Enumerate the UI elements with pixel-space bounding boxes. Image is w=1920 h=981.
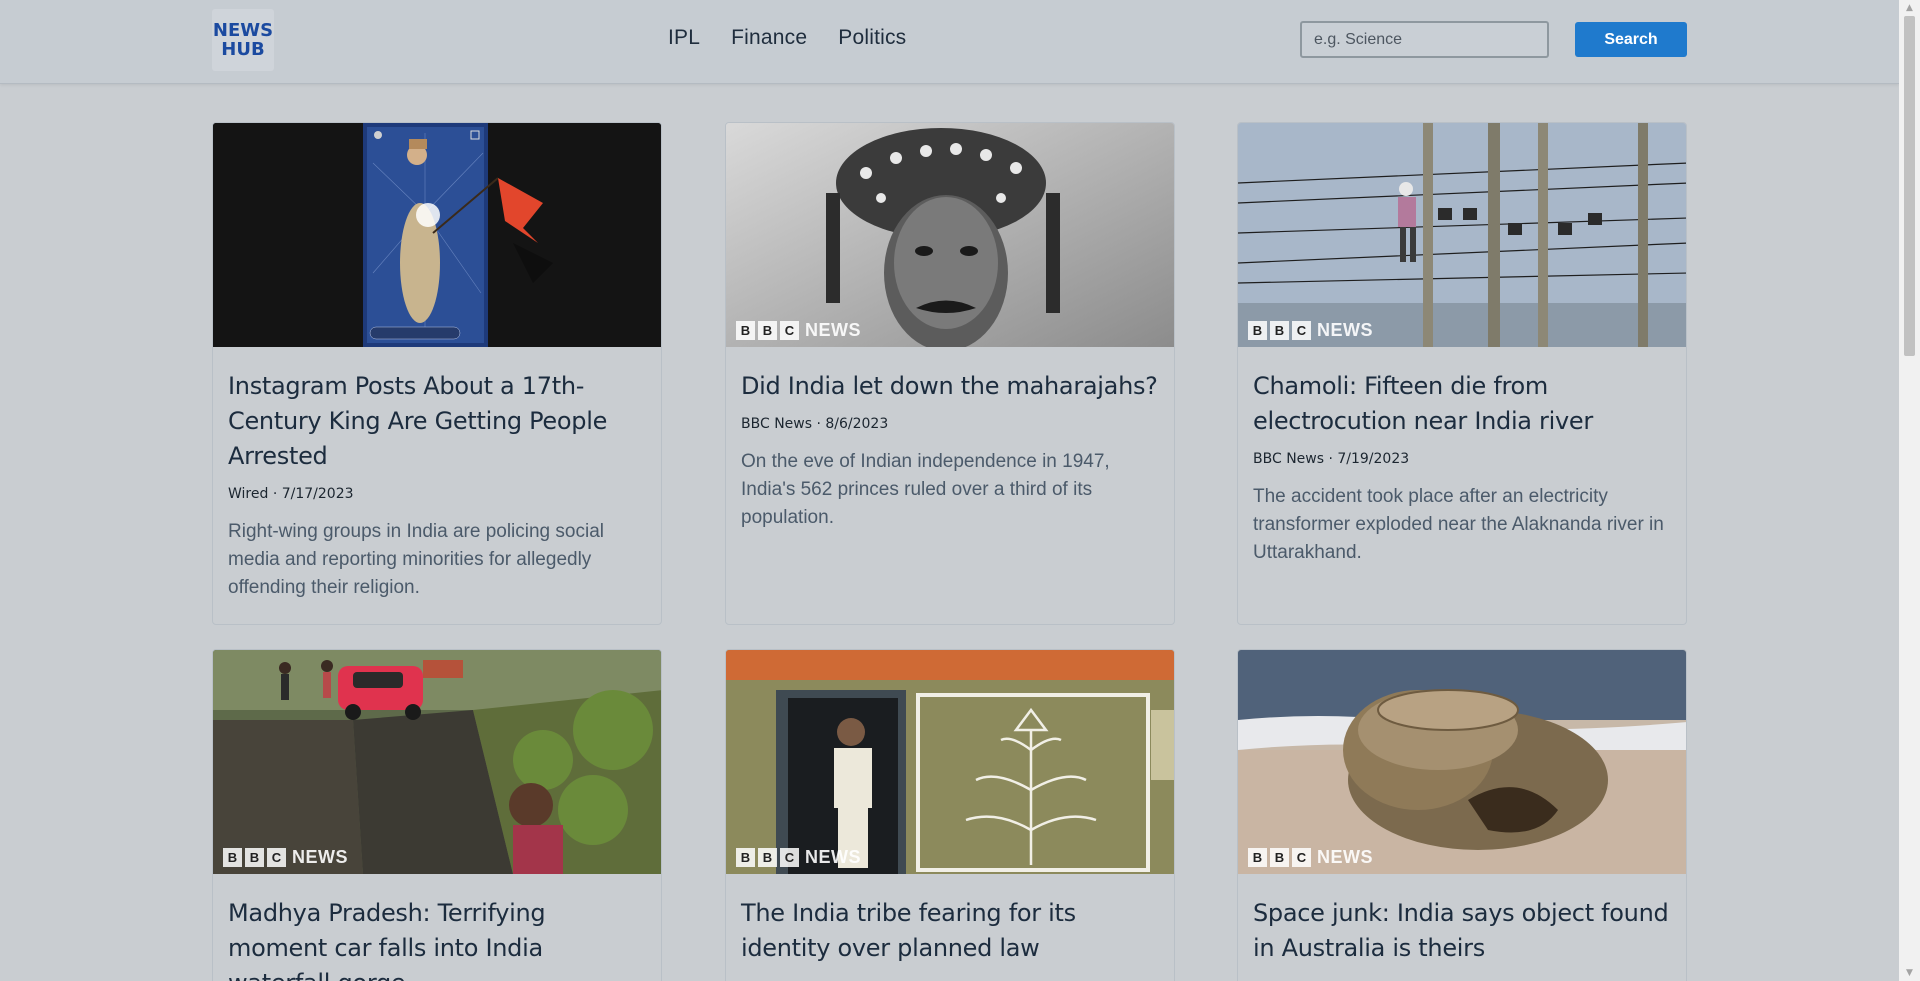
- top-navbar: NEWS HUB IPL Finance Politics Search: [0, 0, 1899, 84]
- article-title[interactable]: Space junk: India says object found in A…: [1253, 896, 1671, 966]
- bbc-news-watermark: B B C NEWS: [1248, 847, 1373, 868]
- article-card[interactable]: Instagram Posts About a 17th-Century Kin…: [212, 122, 662, 625]
- bbc-b1: B: [736, 848, 755, 867]
- bbc-b2: B: [1270, 848, 1289, 867]
- scrollbar-thumb[interactable]: [1904, 16, 1915, 356]
- bbc-b1: B: [1248, 321, 1267, 340]
- bbc-news-text: NEWS: [292, 847, 348, 867]
- bbc-news-text: NEWS: [805, 847, 861, 867]
- article-title[interactable]: The India tribe fearing for its identity…: [741, 896, 1159, 966]
- article-description: The accident took place after an electri…: [1253, 486, 1664, 563]
- article-image-tribe[interactable]: B B C NEWS: [726, 650, 1174, 874]
- bbc-c: C: [1292, 848, 1311, 867]
- search-button[interactable]: Search: [1575, 22, 1687, 57]
- bbc-news-watermark: B B C NEWS: [223, 847, 348, 868]
- article-image-space-junk[interactable]: B B C NEWS: [1238, 650, 1686, 874]
- article-image-electrocution[interactable]: B B C NEWS: [1238, 123, 1686, 347]
- nav-politics[interactable]: Politics: [838, 26, 906, 50]
- article-description: On the eve of Indian independence in 194…: [741, 451, 1110, 528]
- bbc-c: C: [780, 321, 799, 340]
- news-hub-logo[interactable]: NEWS HUB: [212, 9, 274, 71]
- search-input[interactable]: [1300, 21, 1549, 58]
- article-card[interactable]: B B C NEWS Chamoli: Fifteen die from ele…: [1237, 122, 1687, 625]
- bbc-b2: B: [758, 321, 777, 340]
- bbc-b2: B: [758, 848, 777, 867]
- bbc-c: C: [267, 848, 286, 867]
- article-title[interactable]: Instagram Posts About a 17th-Century Kin…: [228, 369, 646, 474]
- article-description: Right-wing groups in India are policing …: [228, 521, 604, 598]
- bbc-news-text: NEWS: [805, 320, 861, 340]
- bbc-b1: B: [223, 848, 242, 867]
- nav-finance[interactable]: Finance: [731, 26, 807, 50]
- article-title[interactable]: Did India let down the maharajahs?: [741, 369, 1159, 404]
- article-meta: Wired · 7/17/2023: [228, 486, 354, 502]
- scroll-up-arrow-icon[interactable]: ▲: [1899, 0, 1920, 16]
- article-image-maharajah[interactable]: B B C NEWS: [726, 123, 1174, 347]
- article-card[interactable]: B B C NEWS Madhya Pradesh: Terrifying mo…: [212, 649, 662, 981]
- logo-line-1: NEWS: [212, 20, 274, 41]
- nav-ipl[interactable]: IPL: [668, 26, 700, 50]
- article-image-instagram-king[interactable]: [213, 123, 661, 347]
- logo-line-2: HUB: [221, 39, 265, 60]
- bbc-c: C: [780, 848, 799, 867]
- page-scrollbar[interactable]: ▲ ▼: [1899, 0, 1920, 981]
- article-title[interactable]: Chamoli: Fifteen die from electrocution …: [1253, 369, 1671, 439]
- article-image-car-gorge[interactable]: B B C NEWS: [213, 650, 661, 874]
- bbc-news-text: NEWS: [1317, 320, 1373, 340]
- article-card[interactable]: B B C NEWS The India tribe fearing for i…: [725, 649, 1175, 981]
- article-card[interactable]: B B C NEWS Did India let down the mahara…: [725, 122, 1175, 625]
- scroll-down-arrow-icon[interactable]: ▼: [1899, 965, 1920, 981]
- bbc-news-watermark: B B C NEWS: [736, 847, 861, 868]
- bbc-b1: B: [1248, 848, 1267, 867]
- article-card[interactable]: B B C NEWS Space junk: India says object…: [1237, 649, 1687, 981]
- bbc-c: C: [1292, 321, 1311, 340]
- article-title[interactable]: Madhya Pradesh: Terrifying moment car fa…: [228, 896, 646, 981]
- bbc-news-watermark: B B C NEWS: [1248, 320, 1373, 341]
- bbc-news-text: NEWS: [1317, 847, 1373, 867]
- bbc-b2: B: [245, 848, 264, 867]
- bbc-news-watermark: B B C NEWS: [736, 320, 861, 341]
- article-meta: BBC News · 7/19/2023: [1253, 451, 1410, 467]
- bbc-b2: B: [1270, 321, 1289, 340]
- article-meta: BBC News · 8/6/2023: [741, 416, 889, 432]
- category-nav: IPL Finance Politics: [668, 26, 906, 50]
- bbc-b1: B: [736, 321, 755, 340]
